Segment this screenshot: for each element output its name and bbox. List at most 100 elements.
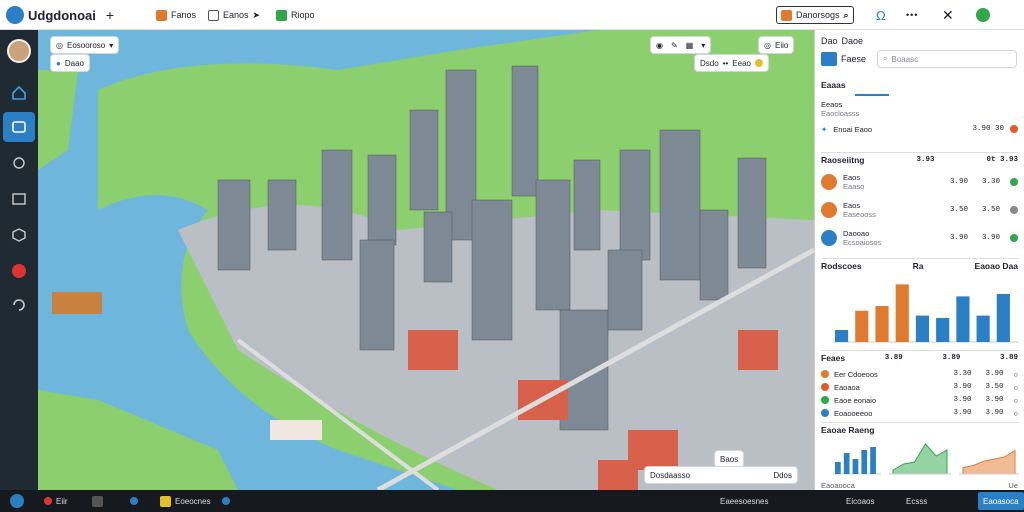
edit-icon (208, 9, 219, 21)
section-e-title: Eaoae Raeng (821, 422, 1018, 436)
chevron-down-icon: ▾ (109, 40, 114, 50)
file-icon (156, 9, 167, 21)
chart-mini-green (889, 443, 951, 475)
chart-bar (976, 315, 990, 342)
chart-mini-bars (833, 447, 881, 475)
taskbar-item-1[interactable]: Eiir (44, 492, 68, 510)
dot-icon: ● (56, 58, 61, 68)
city-map-render (38, 30, 814, 490)
taskbar-button[interactable]: Eaoasoca (978, 492, 1024, 510)
home-icon[interactable] (3, 78, 35, 108)
close-icon[interactable]: ✕ (942, 6, 954, 24)
view-icon (276, 9, 287, 21)
section-b-title: Raoseiitng 3.93 0t 3.93 (821, 152, 1018, 166)
left-sidebar (0, 30, 38, 490)
chart-bar (915, 315, 930, 342)
panel-sub[interactable]: Faese (821, 52, 866, 66)
taskbar-status-2: Eicoaos (846, 496, 875, 506)
app-icon (160, 495, 171, 507)
grid-icon[interactable]: ▦ (686, 41, 694, 50)
alert-icon[interactable] (3, 256, 35, 286)
taskbar-app-icon-2[interactable] (130, 492, 138, 510)
chart-bar (956, 296, 970, 342)
taskbar-app-icon-3[interactable] (222, 492, 230, 510)
add-icon[interactable]: + (106, 7, 114, 23)
list-item[interactable]: Eaos Easeooss 3.50 3.50 (821, 198, 1018, 222)
more-icon[interactable]: ••• (906, 6, 918, 24)
menu-view[interactable]: Riopo (276, 6, 315, 24)
chart-bar (843, 453, 850, 474)
app-logo-icon (6, 6, 24, 24)
taskbar-status: Eaeesoesnes (720, 496, 769, 506)
bullet-icon: ○ (1013, 395, 1018, 405)
arrow-icon: ➤ (252, 9, 261, 20)
map-icon (781, 9, 792, 21)
section-c-title: Rodscoes Ra Eaoao Daa (821, 258, 1018, 272)
chart-area (892, 443, 948, 475)
item-dot (821, 370, 829, 378)
warning-dot (754, 59, 763, 67)
city-map[interactable]: ◎ Eosooroso ▾ ● Daao ◉ ✎ ▦ ▾ ◎ Eiio Dsdo •• Eeao … (38, 30, 814, 490)
chart-bar (855, 310, 869, 342)
bullet-icon: ○ (1013, 408, 1018, 418)
more-icon: •• (722, 58, 729, 68)
help-icon[interactable]: Ω (876, 6, 886, 24)
chart-area (962, 449, 1016, 475)
chart-bar (870, 447, 876, 474)
chart-bar (895, 284, 909, 342)
layers-icon[interactable] (3, 112, 35, 142)
cube-icon[interactable] (3, 220, 35, 250)
network-icon[interactable] (3, 148, 35, 178)
app-logo[interactable]: Udgdonoai + (6, 6, 114, 24)
pencil-icon[interactable]: ✎ (671, 41, 678, 50)
layer-sub[interactable]: ● Daao (50, 54, 90, 72)
panel-tabs: Dao Daoe (821, 36, 863, 46)
menu-file[interactable]: Fanos (156, 6, 196, 24)
tab-1[interactable]: Dao (821, 36, 838, 46)
taskbar-item-2[interactable]: Eoeocnes (160, 492, 211, 510)
item-dot (821, 396, 829, 404)
list-item[interactable]: Eaoe eonaio 3.90 3.90 ○ (821, 394, 1018, 406)
search-icon: ⌕ (883, 54, 888, 63)
status-icon[interactable] (976, 6, 990, 24)
chart-bar (835, 462, 841, 474)
layer-dropdown[interactable]: ◎ Eosooroso ▾ (50, 36, 120, 54)
chart-bar (861, 450, 868, 474)
taskbar-app-icon[interactable] (92, 492, 103, 510)
top-bar: Udgdonoai + Fanos Eanos ➤ Riopo Danorsogs… (0, 0, 1024, 30)
panel-icon (821, 52, 837, 66)
list-item[interactable]: Eoaooeeoo 3.90 3.90 ○ (821, 407, 1018, 419)
menu-edit[interactable]: Eanos ➤ (208, 6, 260, 24)
asset-icon: ✦ (821, 124, 828, 134)
tab-2[interactable]: Daoe (842, 36, 864, 46)
item-a1[interactable]: Eeaos Eaocloasss (821, 100, 1018, 122)
item-dot (821, 383, 829, 391)
status-dot (1010, 234, 1018, 242)
app-title: Udgdonoai (28, 7, 96, 23)
start-icon[interactable] (10, 492, 24, 510)
pin-icon[interactable]: ◉ (656, 41, 663, 50)
map-card-footer[interactable]: Dosdaasso Ddos (644, 466, 798, 484)
hud-panel[interactable]: Dsdo •• Eeao (694, 54, 769, 72)
bullet-icon: ○ (1013, 369, 1018, 379)
list-item[interactable]: Daooao Ecsoaiosos 3.90 3.90 (821, 226, 1018, 250)
chart-main (833, 284, 1019, 343)
section-d-title: Feaes 3.89 3.89 3.89 (821, 350, 1018, 364)
item-dot (821, 409, 829, 417)
search-box[interactable]: Danorsogs ⌕ (776, 6, 854, 24)
chart-bar (996, 294, 1010, 342)
frame-icon[interactable] (3, 184, 35, 214)
taskbar: Eiir Eoeocnes Eaeesoesnes Eicoaos Ecsss … (0, 490, 1024, 512)
avatar[interactable] (3, 36, 35, 66)
refresh-icon[interactable] (3, 290, 35, 320)
bullet-icon: ○ (1013, 382, 1018, 392)
item-a2[interactable]: ✦ Enoai Eaoo 3.90 30 (821, 122, 1018, 136)
taskbar-status-3: Ecsss (906, 496, 928, 506)
list-item[interactable]: Eaos Eaaso 3.90 3.30 (821, 170, 1018, 194)
panel-search-input[interactable]: ⌕ Boaasc (877, 50, 1017, 68)
map-toolbar[interactable]: ◉ ✎ ▦ ▾ (650, 36, 712, 54)
zoom-control[interactable]: ◎ Eiio (758, 36, 795, 54)
list-item[interactable]: Eaoaoa 3.90 3.50 ○ (821, 381, 1018, 393)
list-item[interactable]: Eer Cdoeoos 3.30 3.90 ○ (821, 368, 1018, 380)
chevron-down-icon[interactable]: ▾ (701, 41, 705, 50)
